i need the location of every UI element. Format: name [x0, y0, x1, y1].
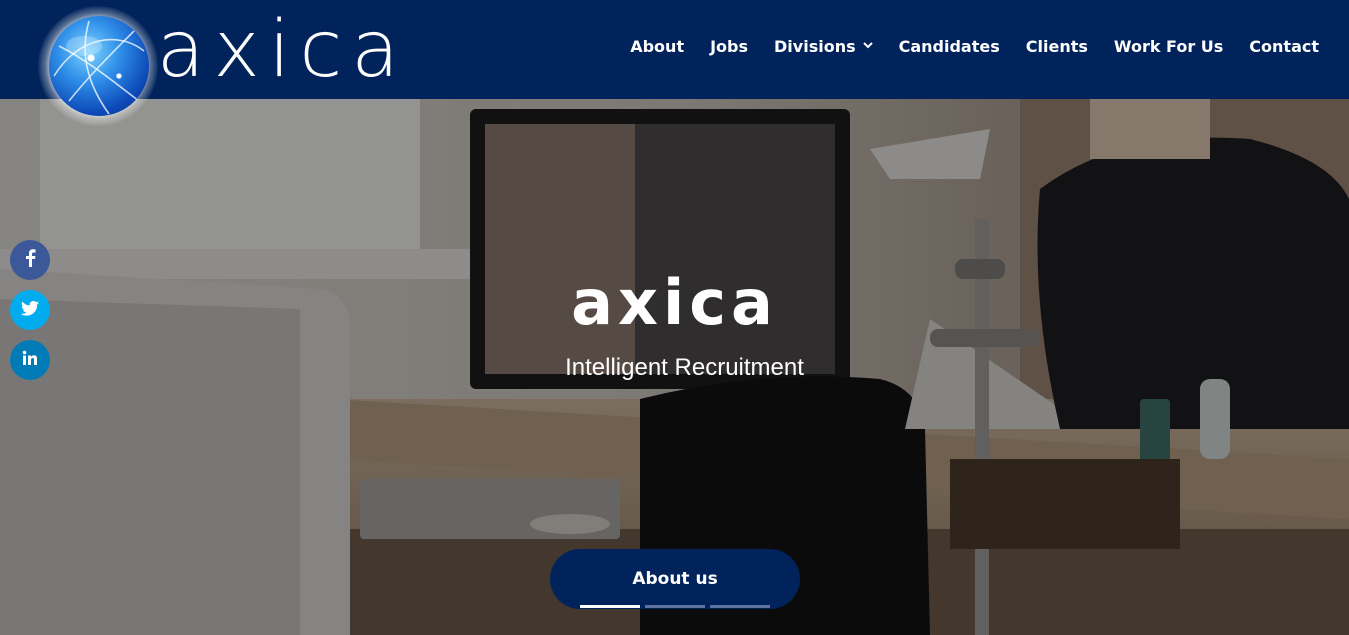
nav-work-for-us-label: Work For Us: [1113, 37, 1224, 56]
hero-slider: axica Intelligent Recruitment About us: [0, 99, 1349, 635]
nav-clients[interactable]: Clients: [1026, 35, 1088, 59]
logo-text: axica: [156, 5, 408, 95]
globe-lines-icon: [53, 20, 145, 115]
nav-jobs-label: Jobs: [710, 37, 749, 56]
nav-jobs[interactable]: Jobs: [710, 35, 748, 59]
site-header: axica About Jobs Divisions Candidates Cl…: [0, 0, 1349, 126]
slide-dot-1[interactable]: [580, 605, 640, 608]
twitter-share-button[interactable]: [10, 290, 50, 330]
nav-divisions[interactable]: Divisions: [774, 35, 873, 59]
slide-dot-2[interactable]: [645, 605, 705, 608]
nav-candidates[interactable]: Candidates: [899, 35, 1000, 59]
nav-work-for-us[interactable]: Work For Us: [1114, 35, 1223, 59]
about-us-button[interactable]: About us: [550, 549, 800, 609]
linkedin-share-button[interactable]: [10, 340, 50, 380]
main-nav: About Jobs Divisions Candidates Clients …: [604, 35, 1319, 59]
globe: [49, 16, 149, 116]
facebook-share-button[interactable]: [10, 240, 50, 280]
twitter-icon: [21, 300, 39, 321]
nav-about-label: About: [630, 37, 685, 56]
linkedin-icon: [22, 350, 38, 371]
globe-logo-icon: [38, 6, 158, 126]
nav-contact-label: Contact: [1249, 37, 1319, 56]
chevron-down-icon: [862, 34, 873, 58]
hero-subtitle: Intelligent Recruitment: [565, 354, 804, 381]
nav-divisions-label: Divisions: [774, 37, 856, 56]
nav-contact[interactable]: Contact: [1249, 35, 1319, 59]
slide-dot-3[interactable]: [710, 605, 770, 608]
social-share-bar: [10, 240, 50, 390]
site-logo[interactable]: axica: [38, 6, 408, 126]
nav-clients-label: Clients: [1025, 37, 1088, 56]
hero-title: axica: [571, 266, 778, 339]
slider-pagination: [580, 605, 775, 608]
facebook-icon: [24, 248, 36, 272]
nav-about[interactable]: About: [630, 35, 684, 59]
nav-candidates-label: Candidates: [898, 37, 1000, 56]
